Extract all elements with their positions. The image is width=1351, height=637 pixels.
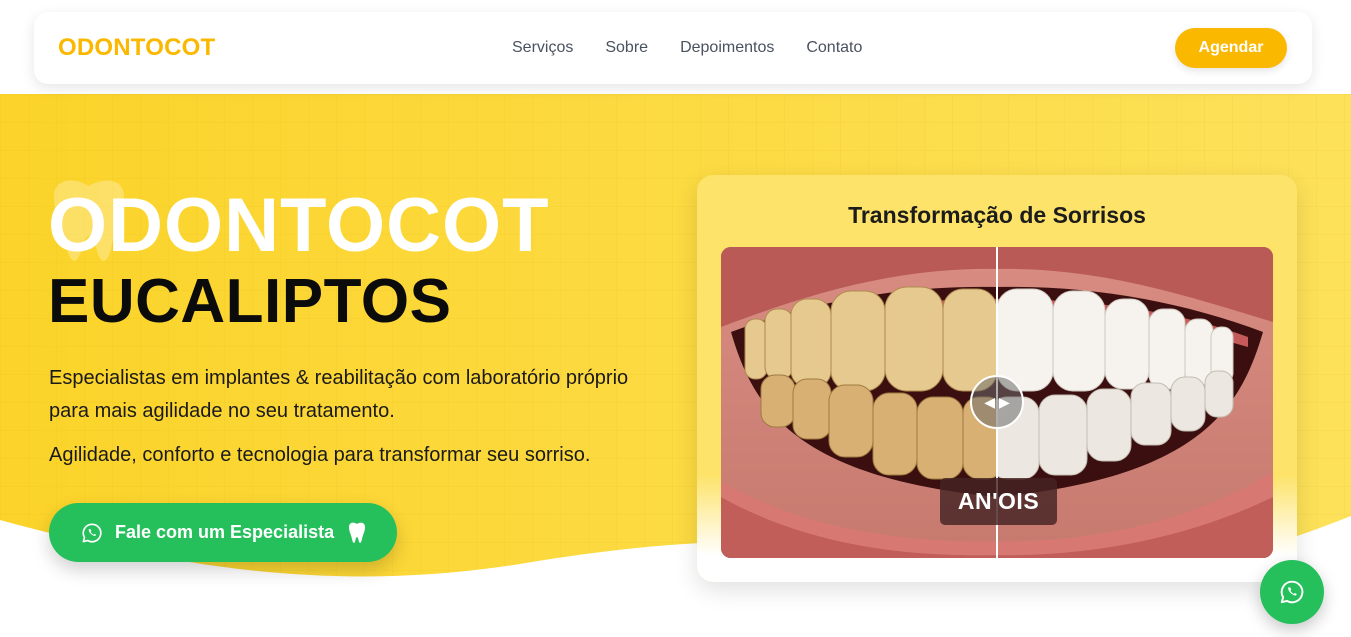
nav-link-sobre[interactable]: Sobre bbox=[605, 39, 648, 57]
before-after-label: AN'OIS bbox=[940, 478, 1057, 525]
floating-whatsapp-button[interactable] bbox=[1260, 560, 1324, 624]
talk-to-specialist-label: Fale com um Especialista bbox=[115, 522, 335, 542]
hero-description: Especialistas em implantes & reabilitaçã… bbox=[49, 367, 629, 422]
card-title: Transformação de Sorrisos bbox=[848, 202, 1146, 228]
smile-transformation-card: Transformação de Sorrisos ◀ ▶ AN'OIS bbox=[697, 175, 1297, 582]
hero-title: ODONTOCOT bbox=[48, 183, 550, 268]
before-after-slider[interactable]: ◀ ▶ AN'OIS bbox=[721, 247, 1273, 558]
hero-tagline: Agilidade, conforto e tecnologia para tr… bbox=[49, 444, 591, 466]
schedule-button[interactable]: Agendar bbox=[1175, 28, 1287, 68]
slider-handle[interactable]: ◀ ▶ bbox=[970, 375, 1024, 429]
navbar: ODONTOCOT Serviços Sobre Depoimentos Con… bbox=[34, 12, 1312, 84]
nav-link-servicos[interactable]: Serviços bbox=[512, 39, 573, 57]
tooth-icon bbox=[349, 522, 366, 543]
page: ODONTOCOT Serviços Sobre Depoimentos Con… bbox=[0, 0, 1351, 637]
arrow-right-icon: ▶ bbox=[999, 394, 1010, 410]
nav-link-contato[interactable]: Contato bbox=[806, 39, 862, 57]
hero-subtitle: EUCALIPTOS bbox=[48, 267, 452, 336]
whatsapp-icon bbox=[82, 522, 102, 543]
nav-links: Serviços Sobre Depoimentos Contato bbox=[512, 39, 862, 57]
brand-logo[interactable]: ODONTOCOT bbox=[58, 34, 215, 62]
talk-to-specialist-button[interactable]: Fale com um Especialista bbox=[49, 503, 397, 562]
nav-link-depoimentos[interactable]: Depoimentos bbox=[680, 39, 774, 57]
whatsapp-icon bbox=[1280, 580, 1304, 604]
arrow-left-icon: ◀ bbox=[984, 394, 995, 410]
